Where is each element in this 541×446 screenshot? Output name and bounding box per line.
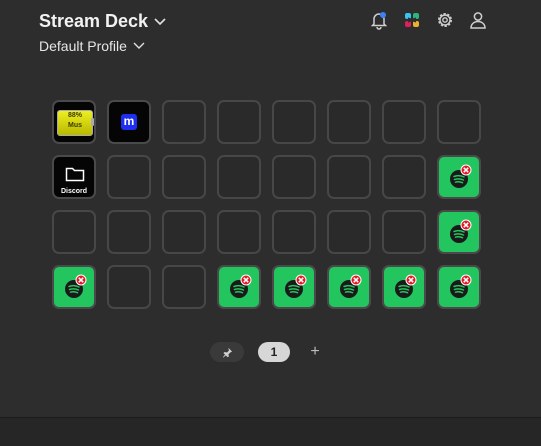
chevron-down-icon [154,17,166,25]
empty-key[interactable] [327,100,371,144]
spotify-key-error[interactable] [437,155,481,199]
bell-notification-icon[interactable] [368,9,390,31]
spotify-key-error[interactable] [52,265,96,309]
m-logo-icon: m [121,114,137,130]
spotify-error-icon [386,269,422,307]
m-app-key[interactable]: m [107,100,151,144]
empty-key[interactable] [382,155,426,199]
spotify-error-icon [276,269,312,307]
spotify-error-icon [441,269,477,307]
chevron-down-icon [133,42,145,49]
key-grid: 88% Mus m Discord [52,100,481,309]
footer-bar [0,417,541,446]
empty-key[interactable] [217,210,261,254]
battery-key[interactable]: 88% Mus [52,100,96,144]
empty-key[interactable] [107,210,151,254]
spotify-error-icon [441,214,477,252]
empty-key[interactable] [382,210,426,254]
spotify-key-error[interactable] [327,265,371,309]
empty-key[interactable] [107,265,151,309]
folder-label: Discord [60,188,88,195]
profile-selector[interactable]: Default Profile [39,38,145,54]
spotify-key-error[interactable] [272,265,316,309]
empty-key[interactable] [272,210,316,254]
spotify-key-error[interactable] [382,265,426,309]
account-icon[interactable] [467,9,489,31]
empty-key[interactable] [382,100,426,144]
empty-key[interactable] [107,155,151,199]
pin-button[interactable] [210,342,244,362]
empty-key[interactable] [52,210,96,254]
folder-icon [65,167,85,182]
empty-key[interactable] [217,100,261,144]
app-title-dropdown[interactable]: Stream Deck [39,11,166,32]
spotify-error-icon [331,269,367,307]
add-page-button[interactable]: + [304,342,326,362]
spotify-error-icon [441,159,477,197]
battery-label: Mus [68,122,82,129]
spotify-key-error[interactable] [437,265,481,309]
empty-key[interactable] [162,210,206,254]
empty-key[interactable] [327,210,371,254]
empty-key[interactable] [217,155,261,199]
app-title: Stream Deck [39,11,149,31]
empty-key[interactable] [162,265,206,309]
spotify-error-icon [56,269,92,307]
empty-key[interactable] [437,100,481,144]
pin-icon [222,347,232,358]
gear-icon[interactable] [434,9,456,31]
spotify-key-error[interactable] [217,265,261,309]
slack-icon[interactable] [401,9,423,31]
page-1-button[interactable]: 1 [258,342,290,362]
spotify-key-error[interactable] [437,210,481,254]
empty-key[interactable] [272,100,316,144]
empty-key[interactable] [327,155,371,199]
profile-name: Default Profile [39,38,127,54]
empty-key[interactable] [162,100,206,144]
empty-key[interactable] [162,155,206,199]
spotify-error-icon [221,269,257,307]
empty-key[interactable] [272,155,316,199]
discord-folder-key[interactable]: Discord [52,155,96,199]
page-navigator: 1 + [210,342,326,362]
battery-percent: 88% [67,112,82,119]
